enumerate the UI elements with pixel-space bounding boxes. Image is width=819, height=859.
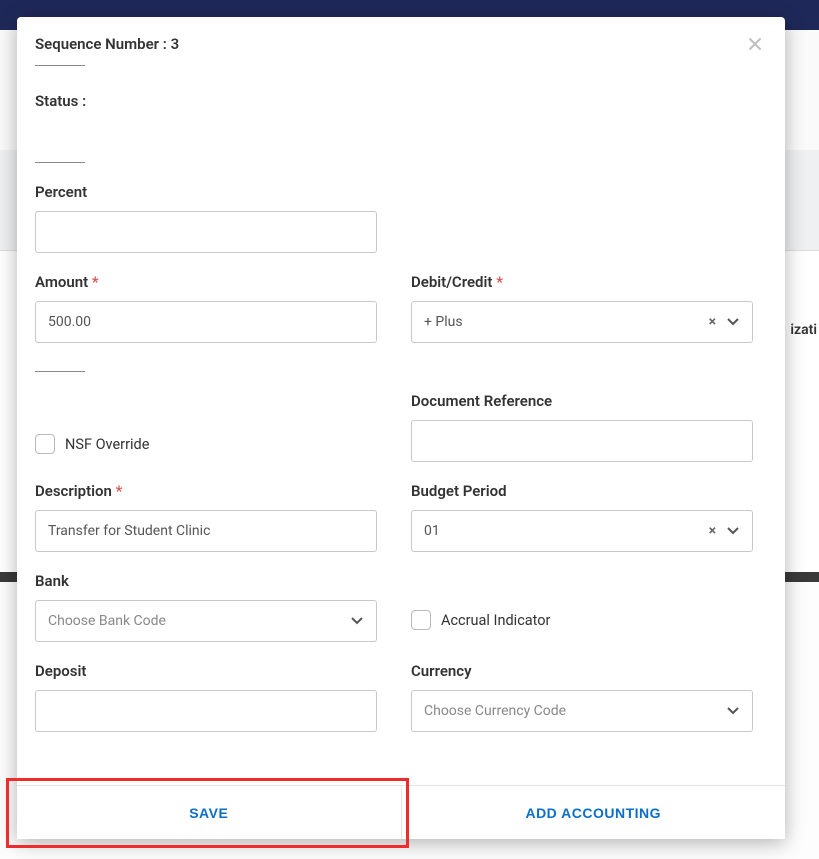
chevron-down-icon (726, 526, 740, 536)
bank-label: Bank (35, 572, 377, 590)
clear-icon[interactable]: × (709, 523, 716, 539)
sequence-number-title: Sequence Number : 3 (35, 35, 763, 53)
currency-label: Currency (411, 662, 753, 680)
close-button[interactable] (747, 35, 763, 55)
deposit-input[interactable] (35, 690, 377, 732)
divider (35, 65, 85, 66)
amount-label: Amount * (35, 273, 377, 291)
save-button[interactable]: SAVE (17, 786, 401, 839)
deposit-label: Deposit (35, 662, 377, 680)
document-reference-input[interactable] (411, 420, 753, 462)
budget-period-select[interactable]: 01 × (411, 510, 753, 552)
required-indicator: * (496, 273, 503, 291)
nsf-override-checkbox[interactable] (35, 434, 55, 454)
percent-label: Percent (35, 183, 767, 201)
background-clipped-text: izati (790, 322, 817, 338)
status-label: Status : (35, 92, 767, 110)
bank-placeholder: Choose Bank Code (48, 613, 166, 629)
debit-credit-select[interactable]: + Plus × (411, 301, 753, 343)
modal-header: Sequence Number : 3 (17, 17, 785, 72)
amount-input[interactable] (35, 301, 377, 343)
modal-footer: SAVE ADD ACCOUNTING (17, 785, 785, 839)
divider (35, 162, 85, 163)
close-icon (747, 33, 763, 57)
accrual-indicator-label: Accrual Indicator (441, 612, 550, 629)
percent-input[interactable] (35, 211, 377, 253)
required-indicator: * (116, 482, 123, 500)
add-accounting-button[interactable]: ADD ACCOUNTING (401, 786, 786, 839)
accrual-indicator-checkbox[interactable] (411, 610, 431, 630)
debit-credit-value: + Plus (424, 314, 463, 330)
required-indicator: * (92, 273, 99, 291)
chevron-down-icon (726, 706, 740, 716)
description-input[interactable] (35, 510, 377, 552)
budget-period-value: 01 (424, 523, 440, 539)
accrual-indicator-row: Accrual Indicator (411, 610, 753, 630)
document-reference-label: Document Reference (411, 392, 753, 410)
clear-icon[interactable]: × (709, 314, 716, 330)
nsf-override-label: NSF Override (65, 436, 149, 453)
currency-placeholder: Choose Currency Code (424, 703, 566, 719)
chevron-down-icon (350, 616, 364, 626)
debit-credit-label-text: Debit/Credit (411, 273, 492, 291)
modal-body[interactable]: Status : Percent Amount * Debit/Credit *… (17, 72, 785, 785)
budget-period-label: Budget Period (411, 482, 753, 500)
description-label: Description * (35, 482, 377, 500)
amount-label-text: Amount (35, 273, 88, 291)
debit-credit-label: Debit/Credit * (411, 273, 753, 291)
nsf-override-row: NSF Override (35, 434, 377, 454)
bank-select[interactable]: Choose Bank Code (35, 600, 377, 642)
description-label-text: Description (35, 482, 112, 500)
sequence-edit-modal: Sequence Number : 3 Status : Percent Amo… (17, 17, 785, 839)
chevron-down-icon (726, 317, 740, 327)
currency-select[interactable]: Choose Currency Code (411, 690, 753, 732)
